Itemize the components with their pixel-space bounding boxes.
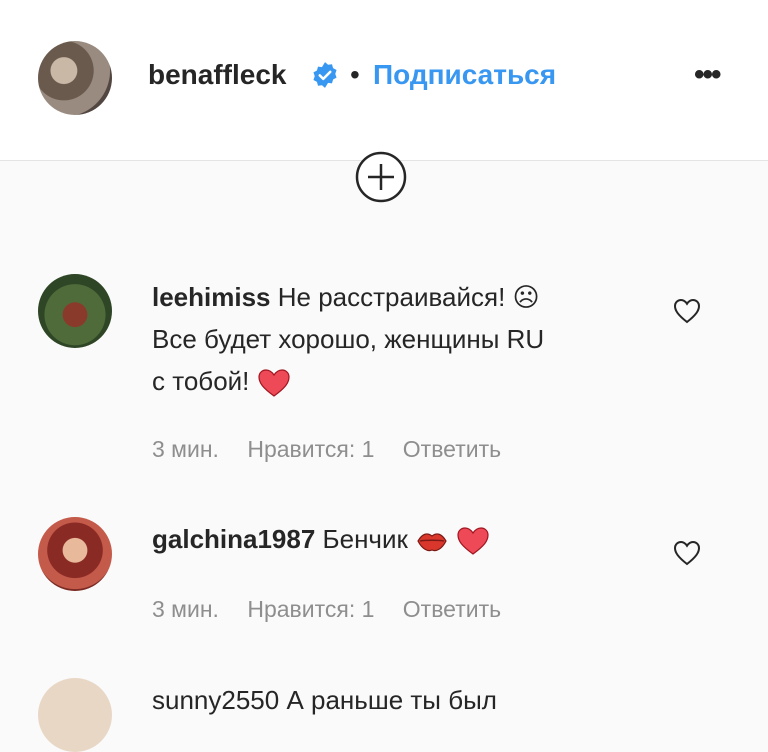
commenter-avatar[interactable] (38, 517, 112, 591)
reply-button[interactable]: Ответить (403, 596, 501, 622)
verified-badge-icon (313, 62, 337, 88)
like-heart-icon[interactable] (672, 296, 702, 326)
author-username[interactable]: benaffleck (148, 56, 287, 94)
kiss-lips-emoji-icon (417, 533, 447, 552)
comment-text-partial: sunny2550 А раньше ты был (152, 685, 497, 715)
load-more-comments-icon[interactable] (355, 151, 407, 203)
red-heart-emoji-icon (457, 527, 489, 555)
post-header: benaffleck • Подписаться ••• (0, 0, 768, 161)
follow-button[interactable]: Подписаться (373, 56, 556, 94)
comment-likes[interactable]: Нравится: 1 (247, 596, 374, 622)
separator-dot: • (350, 59, 360, 90)
commenter-avatar[interactable] (38, 274, 112, 348)
comment-time: 3 мин. (152, 596, 219, 622)
comment-text: galchina1987 Бенчик (152, 518, 632, 560)
comment-username[interactable]: galchina1987 (152, 524, 315, 554)
commenter-avatar[interactable] (38, 678, 112, 752)
comment-text: leehimiss Не расстраивайся! ☹ Все будет … (152, 276, 632, 402)
more-options-icon[interactable]: ••• (694, 60, 734, 96)
comment-time: 3 мин. (152, 436, 219, 462)
comment-username[interactable]: leehimiss (152, 282, 271, 312)
author-avatar[interactable] (38, 41, 112, 115)
reply-button[interactable]: Ответить (403, 436, 501, 462)
comment-likes[interactable]: Нравится: 1 (247, 436, 374, 462)
like-heart-icon[interactable] (672, 538, 702, 568)
red-heart-emoji-icon (258, 369, 290, 397)
comment-meta: 3 мин. Нравится: 1 Ответить (152, 594, 523, 624)
comment-meta: 3 мин. Нравится: 1 Ответить (152, 434, 523, 464)
